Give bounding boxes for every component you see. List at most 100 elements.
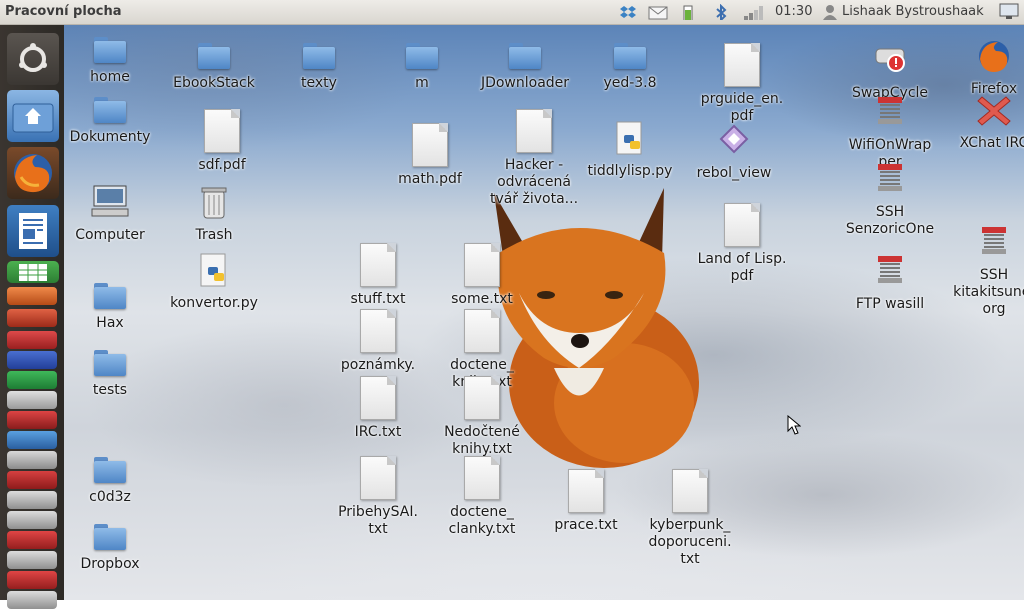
clock[interactable]: 01:30	[775, 4, 812, 19]
document-icon	[360, 456, 396, 500]
user-icon[interactable]	[822, 4, 838, 20]
desktop-icon-prguide[interactable]: prguide_en. pdf	[687, 43, 797, 125]
top-panel: Pracovní plocha 01:30 Lishaak Bystrousha…	[0, 0, 1024, 25]
launcher-app-4[interactable]	[7, 351, 57, 369]
desktop-icon-irc-txt[interactable]: IRC.txt	[323, 376, 433, 441]
firefox-button[interactable]	[7, 147, 59, 199]
writer-icon	[19, 213, 47, 249]
launcher-app-10[interactable]	[7, 471, 57, 489]
desktop-icon-m[interactable]: m	[367, 43, 477, 92]
desktop-icon-xchat[interactable]: XChat IRC	[939, 93, 1024, 152]
desktop-icon-firefox[interactable]: Firefox	[939, 39, 1024, 98]
desktop-icon-prace-txt[interactable]: prace.txt	[531, 469, 641, 534]
writer-button[interactable]	[7, 205, 59, 257]
desktop-icon-trash[interactable]: Trash	[159, 185, 269, 244]
mail-icon[interactable]	[648, 4, 668, 20]
launcher-app-12[interactable]	[7, 511, 57, 529]
bluetooth-icon[interactable]	[714, 4, 728, 20]
desktop-icon-nedoctene-knihy[interactable]: Nedočtené knihy.txt	[427, 376, 537, 458]
desktop-icon-kyberpunk[interactable]: kyberpunk_ doporuceni. txt	[635, 469, 745, 568]
launcher-app-5[interactable]	[7, 371, 57, 389]
launcher-app-7[interactable]	[7, 411, 57, 429]
dropbox-icon[interactable]	[620, 4, 636, 20]
desktop-icon-doctene-clanky[interactable]: doctene_ clanky.txt	[427, 456, 537, 538]
document-icon	[672, 469, 708, 513]
firefox-icon	[979, 41, 1009, 72]
document-icon	[360, 376, 396, 420]
desktop-icon-stuff-txt[interactable]: stuff.txt	[323, 243, 433, 308]
desktop-icon-land-of-lisp[interactable]: Land of Lisp. pdf	[687, 203, 797, 285]
launcher	[0, 25, 65, 609]
document-icon	[516, 109, 552, 153]
folder-icon	[94, 283, 126, 309]
desktop-icon-rebol-view[interactable]: rebol_view	[679, 123, 789, 182]
firefox-icon	[14, 154, 52, 193]
desktop-icon-dokumenty[interactable]: Dokumenty	[64, 97, 165, 146]
desktop-icon-pribehysai[interactable]: PribehySAI. txt	[323, 456, 433, 538]
desktop-icon-home[interactable]: home	[64, 37, 165, 86]
document-icon	[464, 243, 500, 287]
desktop-icon-tests[interactable]: tests	[64, 350, 165, 399]
launcher-app-2[interactable]	[7, 309, 57, 327]
python-file-icon	[200, 253, 226, 287]
desktop-icon-konvertor-py[interactable]: konvertor.py	[159, 253, 269, 312]
desktop-icon-hax[interactable]: Hax	[64, 283, 165, 332]
document-icon	[360, 243, 396, 287]
desktop-icon-some-txt[interactable]: some.txt	[427, 243, 537, 308]
launcher-app-16[interactable]	[7, 591, 57, 609]
swapcycle-icon	[875, 48, 905, 72]
desktop-icon-texty[interactable]: texty	[264, 43, 374, 92]
folder-icon	[303, 43, 335, 69]
desktop-icon-ssh-kitakitsune[interactable]: SSH kitakitsune. org	[939, 225, 1024, 318]
launcher-app-11[interactable]	[7, 491, 57, 509]
launcher-app-14[interactable]	[7, 551, 57, 569]
folder-icon	[614, 43, 646, 69]
document-icon	[464, 456, 500, 500]
folder-icon	[198, 43, 230, 69]
desktop[interactable]: home Dokumenty Computer Hax tests c0d3z …	[64, 25, 1024, 600]
calc-icon	[19, 264, 47, 281]
launcher-app-8[interactable]	[7, 431, 57, 449]
desktop-icon-poznamky[interactable]: poznámky.	[323, 309, 433, 374]
calc-button[interactable]	[7, 261, 59, 283]
desktop-icon-c0d3z[interactable]: c0d3z	[64, 457, 165, 506]
desktop-icon-sdf-pdf[interactable]: sdf.pdf	[167, 109, 277, 174]
launcher-app-6[interactable]	[7, 391, 57, 409]
desktop-icon-tiddlylisp[interactable]: tiddlylisp.py	[575, 121, 685, 180]
spring-launcher-icon	[878, 97, 902, 124]
document-icon	[412, 123, 448, 167]
document-icon	[360, 309, 396, 353]
spring-launcher-icon	[982, 227, 1006, 254]
home-folder-icon	[12, 103, 54, 133]
desktop-icon-wifionwrapper[interactable]: WifiOnWrap per	[835, 95, 945, 171]
signal-icon[interactable]	[742, 4, 764, 20]
panel-title: Pracovní plocha	[5, 4, 122, 19]
user-name[interactable]: Lishaak Bystroushaak	[842, 4, 984, 19]
desktop-icon-dropbox[interactable]: Dropbox	[64, 524, 165, 573]
desktop-icon-ebookstack[interactable]: EbookStack	[159, 43, 269, 92]
document-icon	[724, 203, 760, 247]
document-icon	[464, 309, 500, 353]
desktop-icon-ftp-wasill[interactable]: FTP wasill	[835, 254, 945, 313]
launcher-app-3[interactable]	[7, 331, 57, 349]
desktop-icon-hacker[interactable]: Hacker - odvrácená tvář života...	[479, 109, 589, 208]
display-icon[interactable]	[999, 3, 1019, 19]
battery-icon[interactable]	[682, 4, 694, 20]
desktop-icon-jdownloader[interactable]: JDownloader	[470, 43, 580, 92]
folder-icon	[94, 524, 126, 550]
rebol-icon	[719, 124, 749, 154]
desktop-icon-yed[interactable]: yed-3.8	[575, 43, 685, 92]
folder-icon	[94, 457, 126, 483]
desktop-icon-math-pdf[interactable]: math.pdf	[375, 123, 485, 188]
desktop-icon-ssh-senzoricone[interactable]: SSH SenzoricOne	[835, 162, 945, 238]
desktop-icon-computer[interactable]: Computer	[64, 185, 165, 244]
launcher-app-13[interactable]	[7, 531, 57, 549]
folder-icon	[406, 43, 438, 69]
ubuntu-logo-button[interactable]	[7, 33, 59, 85]
launcher-app-15[interactable]	[7, 571, 57, 589]
document-icon	[464, 376, 500, 420]
launcher-app-9[interactable]	[7, 451, 57, 469]
home-folder-button[interactable]	[7, 90, 59, 142]
desktop-icon-swapcycle[interactable]: SwapCycle	[835, 43, 945, 102]
launcher-app-1[interactable]	[7, 287, 57, 305]
